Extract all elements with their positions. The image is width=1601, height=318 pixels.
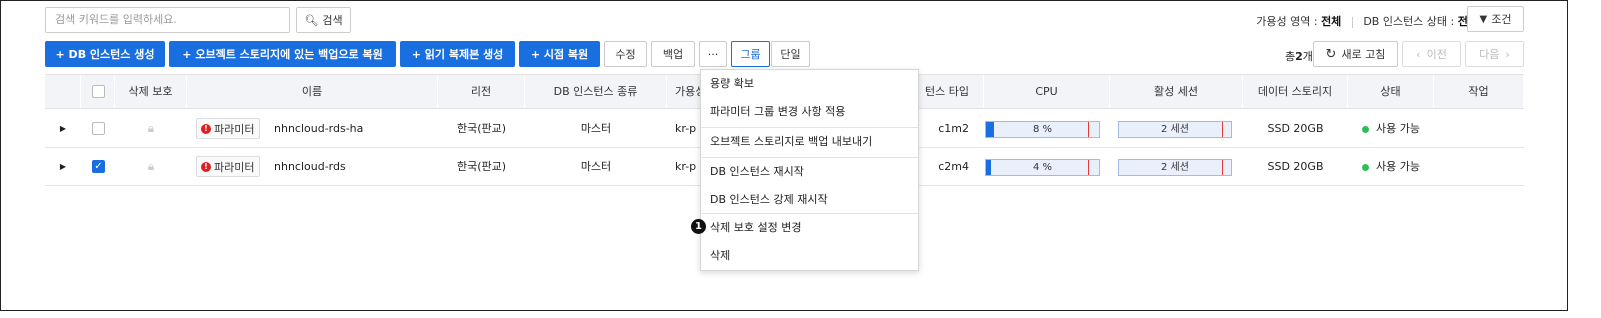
storage-cell: SSD 20GB: [1267, 122, 1324, 135]
menu-item-deletion-protection[interactable]: 삭제 보호 설정 변경: [701, 214, 918, 242]
point-in-time-restore-button[interactable]: + 시점 복원: [519, 41, 600, 67]
single-view-button[interactable]: 단일: [771, 41, 810, 67]
column-header[interactable]: 작업: [1434, 75, 1524, 108]
more-actions-menu: 용량 확보 파라미터 그룹 변경 사항 적용 오브젝트 스토리지로 백업 내보내…: [700, 69, 919, 271]
total-suffix: 개: [1302, 50, 1313, 63]
storage-cell: SSD 20GB: [1267, 160, 1324, 173]
parameter-badge[interactable]: ! 파라미터: [196, 118, 261, 139]
session-text: 2 세션: [1161, 124, 1189, 135]
cpu-usage-bar: 4 %: [985, 159, 1100, 176]
status-ok-icon: [1362, 125, 1369, 133]
error-icon: !: [201, 161, 211, 172]
menu-item-delete[interactable]: 삭제: [701, 242, 918, 270]
condition-button-label: 조건: [1491, 13, 1512, 26]
lock-icon: 🔒︎: [147, 159, 155, 173]
filter-divider: [1351, 16, 1353, 28]
step-callout-badge: 1: [691, 219, 706, 234]
menu-item-export-backup[interactable]: 오브젝트 스토리지로 백업 내보내기: [701, 128, 918, 156]
zone-filter-value: 전체: [1321, 15, 1342, 28]
column-header[interactable]: 리전: [438, 75, 525, 108]
column-header[interactable]: DB 인스턴스 종류: [525, 75, 667, 108]
status-ok-icon: [1362, 163, 1369, 171]
chevron-right-icon: ›: [1505, 47, 1510, 61]
cpu-usage-bar: 8 %: [985, 121, 1100, 138]
instance-name[interactable]: nhncloud-rds: [274, 148, 346, 185]
instance-type-cell: c2m4: [938, 160, 969, 173]
search-input[interactable]: 검색 키워드를 입력하세요.: [45, 7, 290, 33]
instance-kind-cell: 마스터: [580, 122, 612, 135]
select-all-header: [81, 75, 115, 108]
filter-summary: 가용성 영역 : 전체 DB 인스턴스 상태 : 전체: [1256, 13, 1478, 29]
state-filter-label: DB 인스턴스 상태 :: [1363, 15, 1455, 28]
lock-icon: 🔒︎: [147, 121, 155, 135]
zone-filter-label: 가용성 영역 :: [1256, 15, 1318, 28]
column-header[interactable]: 데이터 스토리지: [1243, 75, 1348, 108]
group-view-button[interactable]: 그룹: [731, 41, 770, 67]
column-header[interactable]: 삭제 보호: [115, 75, 187, 108]
status-cell: 사용 가능: [1348, 148, 1434, 185]
column-header[interactable]: 활성 세션: [1110, 75, 1243, 108]
backup-button[interactable]: 백업: [651, 41, 695, 67]
create-instance-button[interactable]: + DB 인스턴스 생성: [45, 41, 165, 67]
column-header[interactable]: 이름: [187, 75, 438, 108]
instance-type-cell: c1m2: [938, 122, 969, 135]
search-icon: 🔍︎: [304, 13, 319, 27]
prev-page-button[interactable]: ‹ 이전: [1402, 41, 1461, 67]
restore-from-backup-button[interactable]: + 오브젝트 스토리지에 있는 백업으로 복원: [169, 41, 396, 67]
region-cell: 한국(판교): [456, 160, 507, 173]
menu-item-force-restart[interactable]: DB 인스턴스 강제 재시작: [701, 186, 918, 214]
menu-item-apply-parameter-group[interactable]: 파라미터 그룹 변경 사항 적용: [701, 98, 918, 126]
expand-row-icon[interactable]: ▶: [57, 110, 69, 147]
parameter-badge-label: 파라미터: [214, 160, 255, 174]
zone-cell: kr-p: [675, 160, 697, 173]
region-cell: 한국(판교): [456, 122, 507, 135]
session-bar: 2 세션: [1118, 159, 1232, 176]
refresh-button-label: 새로 고침: [1341, 48, 1386, 61]
cpu-usage-text: 4 %: [1032, 162, 1053, 173]
expand-column-header: [45, 75, 81, 108]
search-button-label: 검색: [322, 14, 343, 27]
column-header[interactable]: CPU: [984, 75, 1110, 108]
row-checkbox[interactable]: [92, 122, 105, 135]
more-actions-button[interactable]: ···: [699, 41, 727, 67]
create-read-replica-button[interactable]: + 읽기 복제본 생성: [400, 41, 515, 67]
session-text: 2 세션: [1161, 162, 1189, 173]
next-page-label: 다음: [1479, 48, 1500, 61]
refresh-button[interactable]: ↻ 새로 고침: [1313, 41, 1398, 67]
parameter-badge[interactable]: ! 파라미터: [196, 156, 261, 177]
chevron-left-icon: ‹: [1416, 47, 1421, 61]
total-count-value: 2: [1295, 50, 1303, 63]
parameter-badge-label: 파라미터: [214, 122, 255, 136]
column-header[interactable]: 상태: [1348, 75, 1434, 108]
status-text: 사용 가능: [1376, 122, 1420, 135]
zone-cell: kr-p: [675, 122, 697, 135]
search-button[interactable]: 🔍︎ 검색: [296, 7, 351, 33]
instance-kind-cell: 마스터: [580, 160, 612, 173]
menu-item-secure-capacity[interactable]: 용량 확보: [701, 70, 918, 98]
instance-name[interactable]: nhncloud-rds-ha: [274, 110, 363, 147]
total-prefix: 총: [1285, 50, 1296, 63]
prev-page-label: 이전: [1426, 48, 1447, 61]
expand-row-icon[interactable]: ▶: [57, 148, 69, 185]
condition-button[interactable]: ▼ 조건: [1467, 6, 1524, 32]
cpu-usage-text: 8 %: [1032, 124, 1053, 135]
menu-item-restart[interactable]: DB 인스턴스 재시작: [701, 158, 918, 186]
status-cell: 사용 가능: [1348, 110, 1434, 147]
refresh-icon: ↻: [1325, 46, 1337, 62]
modify-button[interactable]: 수정: [604, 41, 647, 67]
total-count: 총2개: [1285, 48, 1313, 64]
filter-icon: ▼: [1479, 13, 1488, 25]
next-page-button[interactable]: 다음 ›: [1465, 41, 1524, 67]
select-all-checkbox[interactable]: [92, 85, 105, 98]
row-checkbox[interactable]: ✓: [92, 160, 105, 173]
status-text: 사용 가능: [1376, 160, 1420, 173]
error-icon: !: [201, 123, 211, 134]
rds-console-frame: 검색 키워드를 입력하세요. 🔍︎ 검색 가용성 영역 : 전체 DB 인스턴스…: [0, 0, 1568, 311]
session-bar: 2 세션: [1118, 121, 1232, 138]
